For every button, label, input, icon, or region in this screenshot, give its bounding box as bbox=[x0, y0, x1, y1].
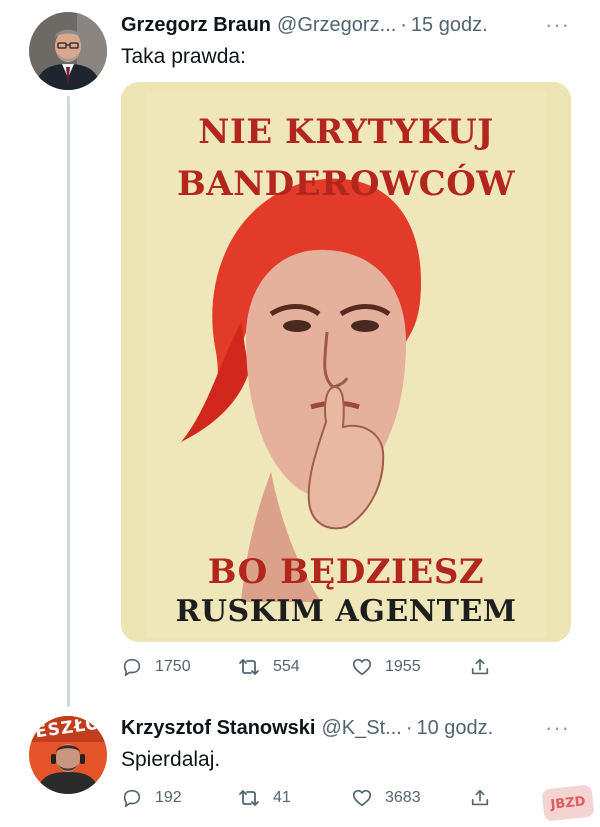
retweet-icon bbox=[239, 659, 259, 675]
tweet-text: Spierdalaj. bbox=[121, 748, 221, 771]
like-count: 1955 bbox=[385, 658, 421, 675]
share-button[interactable] bbox=[469, 656, 503, 678]
more-options-icon[interactable]: ··· bbox=[545, 717, 570, 739]
separator-dot: · bbox=[400, 14, 407, 36]
avatar-photo bbox=[29, 12, 107, 90]
poster-line-3: BO BĘDZIESZ bbox=[207, 552, 485, 592]
share-icon bbox=[471, 658, 489, 675]
tweet-text: Taka prawda: bbox=[121, 45, 246, 68]
share-icon bbox=[471, 789, 489, 806]
tweet-actions: 1750 554 1955 bbox=[121, 656, 503, 678]
author-handle[interactable]: @K_St... bbox=[321, 716, 401, 740]
tweet-header: Grzegorz Braun @Grzegorz... · 15 godz. bbox=[121, 13, 488, 37]
more-options-icon[interactable]: ··· bbox=[545, 14, 570, 36]
separator-dot: · bbox=[405, 717, 413, 739]
tweet-media-image[interactable]: NIE KRYTYKUJ BANDEROWCÓW BO BĘDZIESZ RUS… bbox=[121, 82, 571, 642]
poster-line-2: BANDEROWCÓW bbox=[176, 164, 515, 204]
reply-button[interactable]: 1750 bbox=[121, 656, 237, 678]
retweet-button[interactable]: 554 bbox=[237, 656, 351, 678]
heart-icon bbox=[352, 658, 372, 676]
heart-icon bbox=[352, 789, 372, 807]
retweet-button[interactable]: 41 bbox=[237, 787, 351, 809]
author-name[interactable]: Grzegorz Braun bbox=[121, 13, 271, 37]
watermark-logo: JBZD bbox=[541, 784, 595, 822]
author-handle[interactable]: @Grzegorz... bbox=[277, 13, 396, 37]
avatar[interactable]: ESZŁO bbox=[29, 716, 107, 794]
thread-line bbox=[67, 96, 70, 707]
reply-button[interactable]: 192 bbox=[121, 787, 237, 809]
like-count: 3683 bbox=[385, 789, 421, 806]
like-button[interactable]: 1955 bbox=[351, 656, 469, 678]
retweet-icon bbox=[239, 790, 259, 806]
like-button[interactable]: 3683 bbox=[351, 787, 469, 809]
tweet-actions: 192 41 3683 bbox=[121, 787, 503, 809]
retweet-count: 41 bbox=[273, 789, 291, 806]
reply-count: 192 bbox=[155, 789, 182, 806]
share-button[interactable] bbox=[469, 787, 503, 809]
timestamp[interactable]: 15 godz. bbox=[411, 13, 488, 37]
reply-icon bbox=[123, 658, 141, 677]
author-name[interactable]: Krzysztof Stanowski bbox=[121, 716, 315, 740]
retweet-count: 554 bbox=[273, 658, 300, 675]
poster-line-1: NIE KRYTYKUJ bbox=[198, 112, 494, 152]
avatar[interactable] bbox=[29, 12, 107, 90]
reply-count: 1750 bbox=[155, 658, 191, 675]
timestamp[interactable]: 10 godz. bbox=[417, 716, 494, 740]
tweet-header: Krzysztof Stanowski @K_St... · 10 godz. bbox=[121, 716, 493, 740]
reply-icon bbox=[123, 789, 141, 808]
poster-line-4: RUSKIM AGENTEM bbox=[175, 594, 517, 629]
